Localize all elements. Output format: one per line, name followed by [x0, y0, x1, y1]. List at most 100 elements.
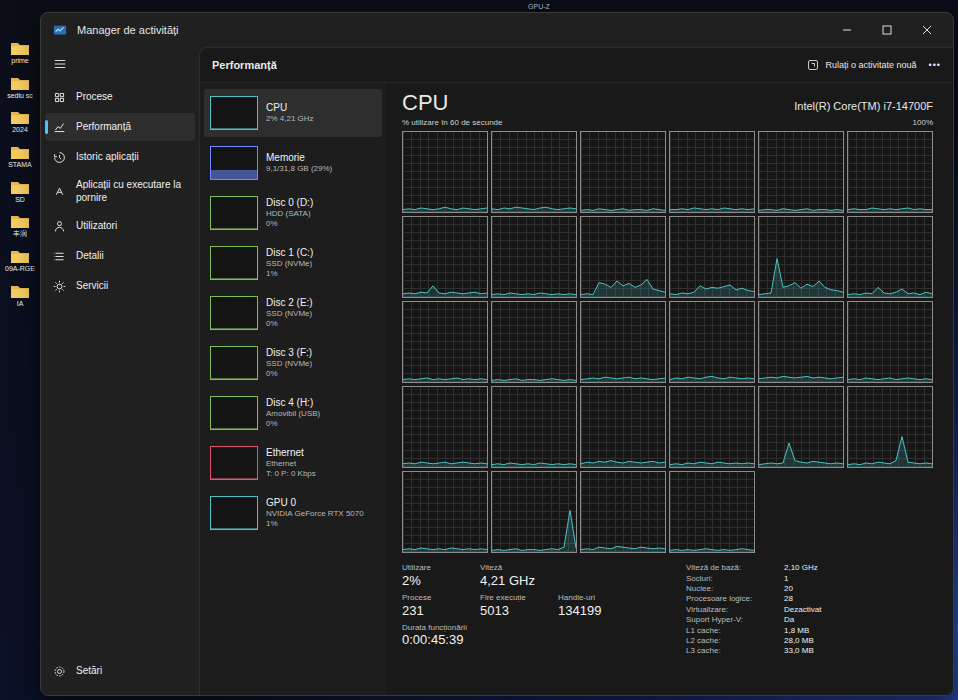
stat-label: Utilizare — [402, 563, 462, 573]
spec-row: Socluri: 1 — [686, 574, 821, 584]
folder-icon — [10, 144, 30, 160]
sidebar-item[interactable]: Performanță — [45, 113, 195, 141]
device-detail: NVIDIA GeForce RTX 5070 — [266, 509, 364, 519]
task-manager-window: Manager de activități Procese Performanță I… — [40, 12, 954, 696]
sidebar-item-label: Istoric aplicații — [76, 151, 139, 164]
device-detail: 0% — [266, 319, 313, 329]
logical-processor-graph — [758, 301, 844, 383]
usage-series — [581, 302, 665, 382]
logical-processor-graph — [847, 301, 933, 383]
chart-max-label: 100% — [913, 118, 933, 127]
spec-label: Socluri: — [686, 574, 778, 584]
desktop-icon[interactable]: SD — [2, 179, 38, 204]
device-detail: 1% — [266, 519, 364, 529]
logical-processor-graph — [847, 386, 933, 468]
device-item[interactable]: Memorie9,1/31,8 GB (29%) — [204, 139, 382, 187]
logical-processor-graph — [491, 386, 577, 468]
spec-value: 20 — [784, 584, 793, 594]
spec-label: Viteză de bază: — [686, 563, 778, 573]
logical-processor-graph — [847, 216, 933, 298]
spec-label: Procesoare logice: — [686, 594, 778, 604]
desktop-icon[interactable]: 09A-RGE — [2, 248, 38, 273]
maximize-icon[interactable] — [869, 18, 905, 42]
device-name: Disc 0 (D:) — [266, 197, 313, 210]
selection-indicator — [45, 120, 48, 134]
sidebar-item[interactable]: Servicii — [45, 272, 195, 300]
usage-series — [581, 472, 665, 552]
device-item[interactable]: Disc 2 (E:)SSD (NVMe)0% — [204, 289, 382, 337]
stat: Viteză4,21 GHz — [480, 563, 540, 589]
window-title: Manager de activități — [77, 24, 819, 36]
minimize-icon[interactable] — [829, 18, 865, 42]
desktop-icon-label: 丰润 — [13, 230, 27, 238]
usage-series — [403, 387, 487, 467]
stat-label: Viteză — [480, 563, 540, 573]
device-item[interactable]: Disc 4 (H:)Amovibil (USB)0% — [204, 389, 382, 437]
device-detail: HDD (SATA) — [266, 209, 313, 219]
desktop-icon[interactable]: sediu sc — [2, 75, 38, 100]
desktop-icon-label: SD — [15, 196, 25, 204]
usage-series — [848, 387, 932, 467]
sidebar-item-label: Procese — [76, 91, 113, 104]
usage-series — [848, 132, 932, 212]
background-label[interactable]: GPU-Z — [528, 3, 550, 10]
device-level-fill — [211, 228, 257, 229]
more-button[interactable]: ••• — [929, 60, 941, 70]
desktop-icon[interactable]: prime — [2, 40, 38, 65]
device-item[interactable]: GPU 0NVIDIA GeForce RTX 50701% — [204, 489, 382, 537]
run-new-task-button[interactable]: Rulați o activitate nouă — [807, 59, 916, 71]
logical-processor-graph — [580, 131, 666, 213]
settings-label: Setări — [76, 665, 102, 678]
sidebar-item[interactable]: Utilizatori — [45, 212, 195, 240]
sidebar-item[interactable]: Istoric aplicații — [45, 143, 195, 171]
spec-row: Viteză de bază:2,10 GHz — [686, 563, 821, 573]
usage-series — [581, 387, 665, 467]
device-item[interactable]: Disc 3 (F:)SSD (NVMe)0% — [204, 339, 382, 387]
device-level-fill — [211, 428, 257, 429]
desktop-icon[interactable]: 丰润 — [2, 213, 38, 238]
settings-item[interactable]: Setări — [45, 657, 195, 685]
sidebar-item[interactable]: Detalii — [45, 242, 195, 270]
background-window-strip: GPU-Z — [0, 0, 958, 12]
device-item[interactable]: CPU2% 4,21 GHz — [204, 89, 382, 137]
stat: Utilizare2% — [402, 563, 462, 589]
stat-label: Procese — [402, 593, 462, 603]
spec-row: L3 cache:33,0 MB — [686, 646, 821, 656]
spec-label: Suport Hyper-V: — [686, 615, 778, 625]
stat-value: 5013 — [480, 603, 540, 619]
usage-series — [581, 217, 665, 297]
sidebar-item[interactable]: Aplicații cu executare la pornire — [45, 173, 195, 210]
close-icon[interactable] — [909, 18, 945, 42]
device-item[interactable]: Disc 0 (D:)HDD (SATA)0% — [204, 189, 382, 237]
logical-processor-graph — [758, 386, 844, 468]
menu-icon[interactable] — [45, 51, 75, 81]
device-item[interactable]: Disc 1 (C:)SSD (NVMe)1% — [204, 239, 382, 287]
device-detail: 9,1/31,8 GB (29%) — [266, 164, 332, 174]
usage-series — [759, 302, 843, 382]
logical-processor-graph — [491, 301, 577, 383]
desktop-icon[interactable]: 2024 — [2, 109, 38, 134]
stat: Durata funcționării0:00:45:39 — [402, 623, 467, 649]
spec-value: 1 — [784, 574, 788, 584]
device-level-fill — [211, 328, 257, 329]
logical-processor-graph — [669, 471, 755, 553]
window-controls — [829, 18, 945, 42]
device-item[interactable]: EthernetEthernetT: 0 P: 0 Kbps — [204, 439, 382, 487]
sidebar-item[interactable]: Procese — [45, 83, 195, 111]
usage-series — [403, 132, 487, 212]
usage-series — [492, 387, 576, 467]
spec-label: L3 cache: — [686, 646, 778, 656]
desktop-icon[interactable]: IA — [2, 283, 38, 308]
logical-processor-graph — [580, 471, 666, 553]
folder-icon — [10, 213, 30, 229]
sidebar-item-label: Detalii — [76, 250, 104, 263]
desktop-icon[interactable]: STAMA — [2, 144, 38, 169]
logical-processor-graph — [402, 471, 488, 553]
spec-value: 28 — [784, 594, 793, 604]
device-level-fill — [211, 170, 257, 179]
stat-label: Handle-uri — [558, 593, 618, 603]
usage-series — [403, 302, 487, 382]
spec-row: Virtualizare:Dezactivat — [686, 605, 821, 615]
usage-series — [848, 302, 932, 382]
device-level-fill — [211, 378, 257, 379]
